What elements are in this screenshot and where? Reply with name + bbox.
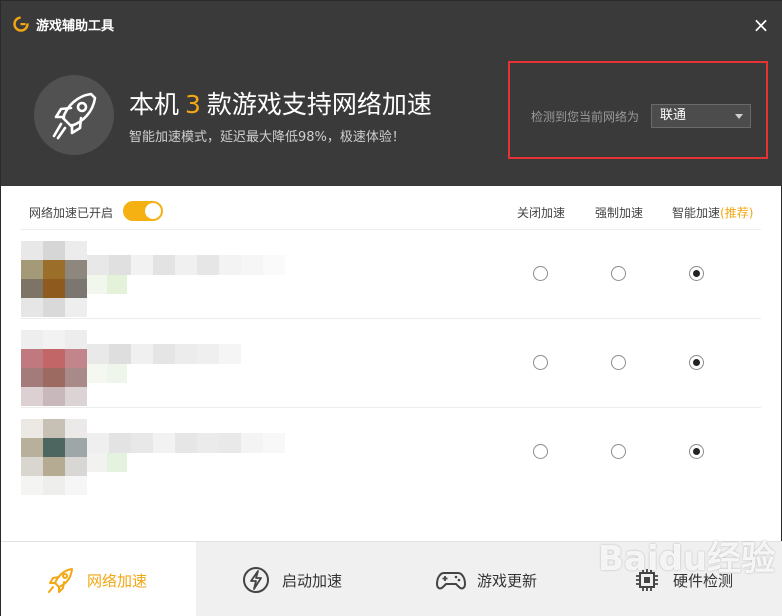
app-logo-icon [13,16,29,32]
baidu-watermark: Baidu经验 [598,539,776,579]
tab-startup-accel[interactable]: 启动加速 [196,542,391,616]
game-subtitle-blurred [87,453,127,472]
isp-select[interactable]: 联通 [651,104,751,128]
game-row [21,320,761,408]
radio-force[interactable] [611,266,626,281]
app-window: 游戏辅助工具 × 本机 3 款游戏支持网络加速 智能加速模式，延迟最大降低98%，极… [0,0,782,616]
game-name-blurred [87,433,285,453]
game-icon [21,419,87,495]
header-panel: 游戏辅助工具 × 本机 3 款游戏支持网络加速 智能加速模式，延迟最大降低98%，极… [1,1,782,186]
game-name-blurred [87,344,241,364]
radio-smart[interactable] [689,355,704,370]
column-header-off: 关闭加速 [517,206,566,220]
headline-suffix: 款游戏支持网络加速 [206,90,432,119]
tab-label: 网络加速 [87,572,148,590]
title-bar[interactable]: 游戏辅助工具 × [1,1,782,47]
recommended-tag: (推荐) [720,206,754,220]
row-divider [21,407,761,408]
toggle-knob [145,203,161,219]
lightning-icon [243,567,269,593]
subtitle: 智能加速模式，延迟最大降低98%，极速体验！ [129,130,405,145]
game-subtitle-blurred [87,364,127,383]
close-button[interactable]: × [750,14,772,36]
rocket-icon [52,92,97,140]
accel-toggle[interactable] [123,201,163,221]
rocket-icon [48,568,73,593]
tab-game-update[interactable]: 游戏更新 [391,542,587,616]
game-icon [21,330,87,406]
radio-force[interactable] [611,355,626,370]
column-header-smart-label: 智能加速 [672,206,721,220]
network-detect-label: 检测到您当前网络为 [531,110,640,124]
game-name-blurred [87,255,285,275]
radio-smart[interactable] [689,444,704,459]
radio-off[interactable] [533,444,548,459]
tab-network-accel[interactable]: 网络加速 [1,542,196,616]
game-row [21,231,761,319]
rocket-badge [34,75,114,155]
headline: 本机 3 款游戏支持网络加速 [129,85,432,121]
gamepad-icon [436,572,466,590]
isp-select-value: 联通 [660,108,687,123]
tab-label: 启动加速 [282,572,343,590]
accel-toolbar: 网络加速已开启 关闭加速 强制加速 智能加速(推荐) [21,196,761,230]
chevron-down-icon [735,114,743,119]
column-header-force: 强制加速 [595,206,644,220]
app-title: 游戏辅助工具 [36,19,115,34]
column-header-smart: 智能加速(推荐) [672,204,753,221]
game-subtitle-blurred [87,275,127,294]
headline-prefix: 本机 [129,90,180,119]
radio-off[interactable] [533,355,548,370]
tab-label: 游戏更新 [477,572,538,590]
row-divider [21,318,761,319]
radio-off[interactable] [533,266,548,281]
toggle-label: 网络加速已开启 [29,206,114,220]
game-row [21,409,761,497]
game-count: 3 [185,90,201,119]
game-icon [21,241,87,317]
radio-force[interactable] [611,444,626,459]
radio-smart[interactable] [689,266,704,281]
